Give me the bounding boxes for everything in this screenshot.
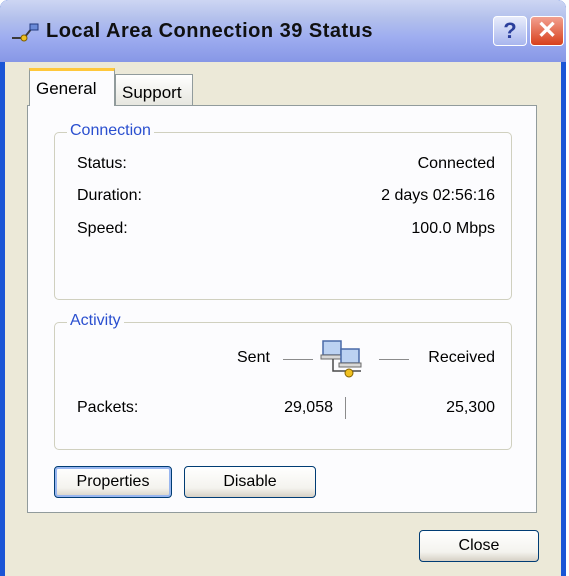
received-line — [379, 359, 409, 360]
status-value: Connected — [417, 155, 495, 172]
disable-button[interactable]: Disable — [184, 466, 316, 498]
close-button[interactable]: Close — [419, 530, 539, 562]
packets-label: Packets: — [77, 399, 139, 416]
tab-panel-general: Connection Status: Connected Duration: 2… — [27, 105, 537, 513]
window-title: Local Area Connection 39 Status — [46, 20, 374, 42]
activity-heading: Activity — [67, 312, 124, 330]
tab-support[interactable]: Support — [115, 74, 193, 108]
dialog-client-area: General Support Connection Status: Conne… — [5, 62, 561, 576]
activity-group: Activity Sent Received Packets: 29,058 2… — [54, 312, 512, 450]
duration-label: Duration: — [77, 187, 142, 204]
properties-button[interactable]: Properties — [54, 466, 172, 498]
help-button[interactable]: ? — [493, 16, 527, 46]
packets-separator — [345, 397, 346, 419]
connection-heading: Connection — [67, 122, 154, 140]
sent-line — [283, 359, 313, 360]
network-computers-icon — [320, 340, 362, 378]
connection-group: Connection Status: Connected Duration: 2… — [54, 122, 512, 300]
received-label: Received — [428, 349, 495, 366]
packets-received-value: 25,300 — [446, 399, 495, 416]
speed-value: 100.0 Mbps — [411, 220, 495, 237]
packets-sent-value: 29,058 — [284, 399, 333, 416]
title-bar[interactable]: Local Area Connection 39 Status ? ✕ — [0, 0, 566, 62]
duration-value: 2 days 02:56:16 — [381, 187, 495, 204]
status-window: Local Area Connection 39 Status ? ✕ Gene… — [0, 0, 566, 576]
sent-label: Sent — [237, 349, 270, 366]
close-window-button[interactable]: ✕ — [530, 16, 564, 46]
speed-label: Speed: — [77, 220, 128, 237]
status-label: Status: — [77, 155, 127, 172]
network-connection-icon — [12, 23, 39, 42]
tab-general[interactable]: General — [29, 68, 115, 106]
